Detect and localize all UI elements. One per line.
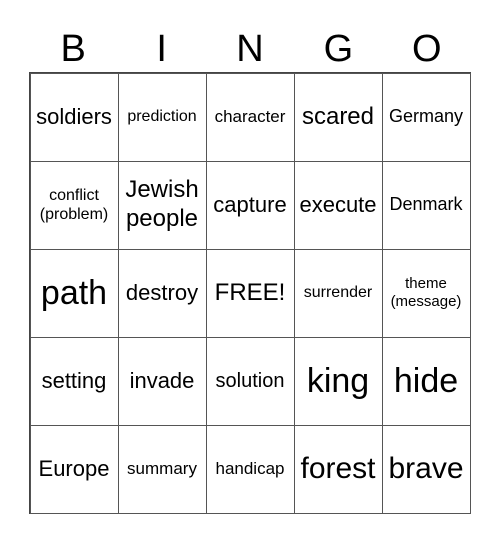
bingo-cell[interactable]: soldiers — [29, 72, 119, 162]
bingo-cell[interactable]: setting — [29, 336, 119, 426]
bingo-cell[interactable]: hide — [381, 336, 471, 426]
header-letter: G — [323, 28, 354, 70]
bingo-cell[interactable]: Germany — [381, 72, 471, 162]
bingo-cell[interactable]: surrender — [293, 248, 383, 338]
bingo-cell[interactable]: scared — [293, 72, 383, 162]
bingo-cell[interactable]: theme (message) — [381, 248, 471, 338]
bingo-cell[interactable]: character — [205, 72, 295, 162]
bingo-cell[interactable]: destroy — [117, 248, 207, 338]
bingo-cell[interactable]: capture — [205, 160, 295, 250]
bingo-cell[interactable]: conflict (problem) — [29, 160, 119, 250]
header-letter: B — [60, 28, 86, 70]
header-letter: N — [236, 28, 264, 70]
bingo-cell[interactable]: handicap — [205, 424, 295, 514]
bingo-cell[interactable]: solution — [205, 336, 295, 426]
bingo-cell[interactable]: prediction — [117, 72, 207, 162]
bingo-cell[interactable]: Denmark — [381, 160, 471, 250]
bingo-cell[interactable]: Jewish people — [117, 160, 207, 250]
bingo-cell[interactable]: execute — [293, 160, 383, 250]
bingo-cell[interactable]: forest — [293, 424, 383, 514]
bingo-cell[interactable]: king — [293, 336, 383, 426]
free-space-cell[interactable]: FREE! — [205, 248, 295, 338]
bingo-cell[interactable]: Europe — [29, 424, 119, 514]
header-letter: I — [156, 28, 167, 70]
bingo-cell[interactable]: summary — [117, 424, 207, 514]
bingo-grid: soldiers prediction character scared Germany… — [29, 72, 471, 514]
header-letter: O — [412, 28, 442, 70]
bingo-cell[interactable]: invade — [117, 336, 207, 426]
bingo-cell[interactable]: brave — [381, 424, 471, 514]
bingo-cell[interactable]: path — [29, 248, 119, 338]
bingo-header: BINGO — [29, 26, 471, 72]
